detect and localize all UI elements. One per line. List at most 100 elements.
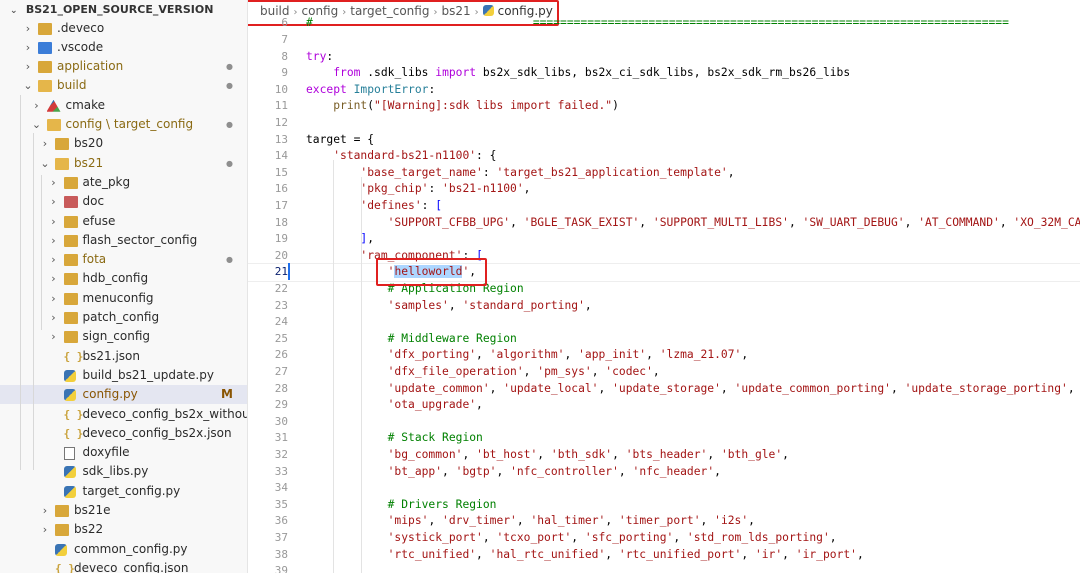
tree-item-bs20[interactable]: › bs20 xyxy=(0,134,247,153)
tree-item-flash-sector-config[interactable]: › flash_sector_config xyxy=(0,231,247,250)
tree-item-common-config-py[interactable]: common_config.py xyxy=(0,540,247,559)
code-token: 'sfc_porting' xyxy=(584,530,674,544)
code-line[interactable]: 'dfx_porting', 'algorithm', 'app_init', … xyxy=(306,347,749,364)
code-token: 'codec' xyxy=(605,364,653,378)
tree-item-hdb-config[interactable]: › hdb_config xyxy=(0,269,247,288)
tree-item-sign-config[interactable]: › sign_config xyxy=(0,327,247,346)
code-token: , xyxy=(591,364,606,378)
code-token: , xyxy=(782,447,789,461)
code-line[interactable]: # Stack Region xyxy=(306,430,483,447)
code-token: 'SUPPORT_MULTI_LIBS' xyxy=(652,215,789,229)
folder-icon xyxy=(63,254,78,267)
code-line[interactable]: print("[Warning]:sdk libs import failed.… xyxy=(306,98,619,115)
tree-item-doc[interactable]: › doc xyxy=(0,192,247,211)
tree-item-application[interactable]: › application ● xyxy=(0,57,247,76)
code-line[interactable]: 'SUPPORT_CFBB_UPG', 'BGLE_TASK_EXIST', '… xyxy=(306,215,1080,232)
tree-item-label: doc xyxy=(82,194,105,209)
tree-item--deveco[interactable]: › .deveco xyxy=(0,19,247,38)
tree-item-bs21-json[interactable]: { } bs21.json xyxy=(0,347,247,366)
code-line[interactable]: 'base_target_name': 'target_bs21_applica… xyxy=(306,165,735,182)
code-line[interactable]: # =======================================… xyxy=(306,15,1009,32)
code-token: 'pm_sys' xyxy=(537,364,592,378)
code-token: : xyxy=(421,198,436,212)
code-line[interactable]: 'pkg_chip': 'bs21-n1100', xyxy=(306,181,530,198)
code-token: 'bth_sdk' xyxy=(550,447,613,461)
tree-item-bs21e[interactable]: › bs21e xyxy=(0,501,247,520)
tree-item-menuconfig[interactable]: › menuconfig xyxy=(0,289,247,308)
code-token: 'bt_host' xyxy=(476,447,538,461)
cursor-line-marker xyxy=(288,263,290,281)
tree-item-patch-config[interactable]: › patch_config xyxy=(0,308,247,327)
tree-item-build[interactable]: ⌄ build ● xyxy=(0,76,247,95)
modified-dot-icon: ● xyxy=(226,62,233,72)
tree-item-deveco-config-bs2x-without-b[interactable]: { }deveco_config_bs2x_without_b... xyxy=(0,405,248,424)
code-line[interactable]: 'samples', 'standard_porting', xyxy=(306,298,592,315)
code-line[interactable]: target = { xyxy=(306,132,374,149)
code-token: , xyxy=(442,464,456,478)
tree-item-ate-pkg[interactable]: › ate_pkg xyxy=(0,173,247,192)
code-line[interactable]: # Application Region xyxy=(306,281,524,298)
code-line[interactable]: 'update_common', 'update_local', 'update… xyxy=(306,381,1075,398)
tree-item-config-target-config[interactable]: ⌄ config \ target_config ● xyxy=(0,115,247,134)
code-line[interactable]: 'bg_common', 'bt_host', 'bth_sdk', 'bts_… xyxy=(306,447,789,464)
code-line[interactable]: 'rtc_unified', 'hal_rtc_unified', 'rtc_u… xyxy=(306,547,864,564)
tree-item-label: config.py xyxy=(82,387,138,402)
explorer-root[interactable]: ⌄ BS21_OPEN_SOURCE_VERSION xyxy=(10,0,213,19)
code-token: , xyxy=(618,464,633,478)
code-line[interactable]: 'bt_app', 'bgtp', 'nfc_controller', 'nfc… xyxy=(306,464,721,481)
code-token: 'ir_port' xyxy=(795,547,857,561)
code-token: , xyxy=(727,165,735,179)
line-number: 33 xyxy=(274,464,288,478)
code-line[interactable]: 'standard-bs21-n1100': { xyxy=(306,148,496,165)
tree-item-target-config-py[interactable]: target_config.py xyxy=(0,482,247,501)
tree-item-sdk-libs-py[interactable]: sdk_libs.py xyxy=(0,462,247,481)
code-line[interactable]: 'ota_upgrade', xyxy=(306,397,483,414)
code-line[interactable]: 'dfx_file_operation', 'pm_sys', 'codec', xyxy=(306,364,660,381)
code-token: 'update_local' xyxy=(503,381,599,395)
tree-item-config-py[interactable]: config.py M xyxy=(0,385,247,405)
modified-dot-icon: ● xyxy=(226,255,233,265)
tree-item-cmake[interactable]: › cmake xyxy=(0,96,247,115)
code-token: , xyxy=(741,547,755,561)
tree-item-label: menuconfig xyxy=(82,290,154,305)
code-line[interactable]: try: xyxy=(306,49,333,66)
code-line[interactable]: 'defines': [ xyxy=(306,198,442,215)
tree-item-fota[interactable]: › fota ● xyxy=(0,250,247,269)
tree-item-efuse[interactable]: › efuse xyxy=(0,212,247,231)
code-editor[interactable]: build › config › target_config › bs21 › config.p… xyxy=(248,0,1080,573)
code-line[interactable]: 'helloworld', xyxy=(306,264,476,281)
json-file-icon: { } xyxy=(55,561,75,573)
tree-item-doxyfile[interactable]: doxyfile xyxy=(0,443,247,462)
code-line[interactable]: 'mips', 'drv_timer', 'hal_timer', 'timer… xyxy=(306,513,755,530)
code-line[interactable]: ], xyxy=(306,231,374,248)
code-line[interactable]: except ImportError: xyxy=(306,82,435,99)
line-number: 31 xyxy=(274,431,288,445)
line-number: 17 xyxy=(274,198,288,212)
cmake-icon xyxy=(46,99,61,112)
tree-item-label: bs21 xyxy=(74,155,104,170)
code-line[interactable]: from .sdk_libs import bs2x_sdk_libs, bs2… xyxy=(306,65,850,82)
code-line[interactable]: # Drivers Region xyxy=(306,497,497,514)
doc-folder-icon xyxy=(63,196,78,209)
line-number: 38 xyxy=(274,547,288,561)
tree-item-deveco-config-json[interactable]: { } deveco_config.json xyxy=(0,559,247,573)
tree-item-label: doxyfile xyxy=(82,445,130,460)
code-line[interactable]: 'systick_port', 'tcxo_port', 'sfc_portin… xyxy=(306,530,837,547)
code-token: , xyxy=(639,215,653,229)
tree-item-label: bs21e xyxy=(74,503,111,517)
line-number: 26 xyxy=(274,348,288,362)
code-line[interactable]: 'ram_component': [ xyxy=(306,248,482,265)
code-line[interactable]: # Middleware Region xyxy=(306,331,517,348)
code-token: 'standard_porting' xyxy=(462,298,585,312)
line-number: 32 xyxy=(274,447,288,461)
tree-item--vscode[interactable]: › .vscode xyxy=(0,38,247,57)
tree-item-bs22[interactable]: › bs22 xyxy=(0,520,247,539)
tree-item-deveco-config-bs2x-json[interactable]: { } deveco_config_bs2x.json xyxy=(0,424,247,443)
tree-item-bs21[interactable]: ⌄ bs21 ● xyxy=(0,154,247,173)
line-number: 22 xyxy=(274,281,288,295)
folder-icon xyxy=(55,524,69,537)
tree-item-build-bs21-update-py[interactable]: build_bs21_update.py xyxy=(0,366,247,385)
